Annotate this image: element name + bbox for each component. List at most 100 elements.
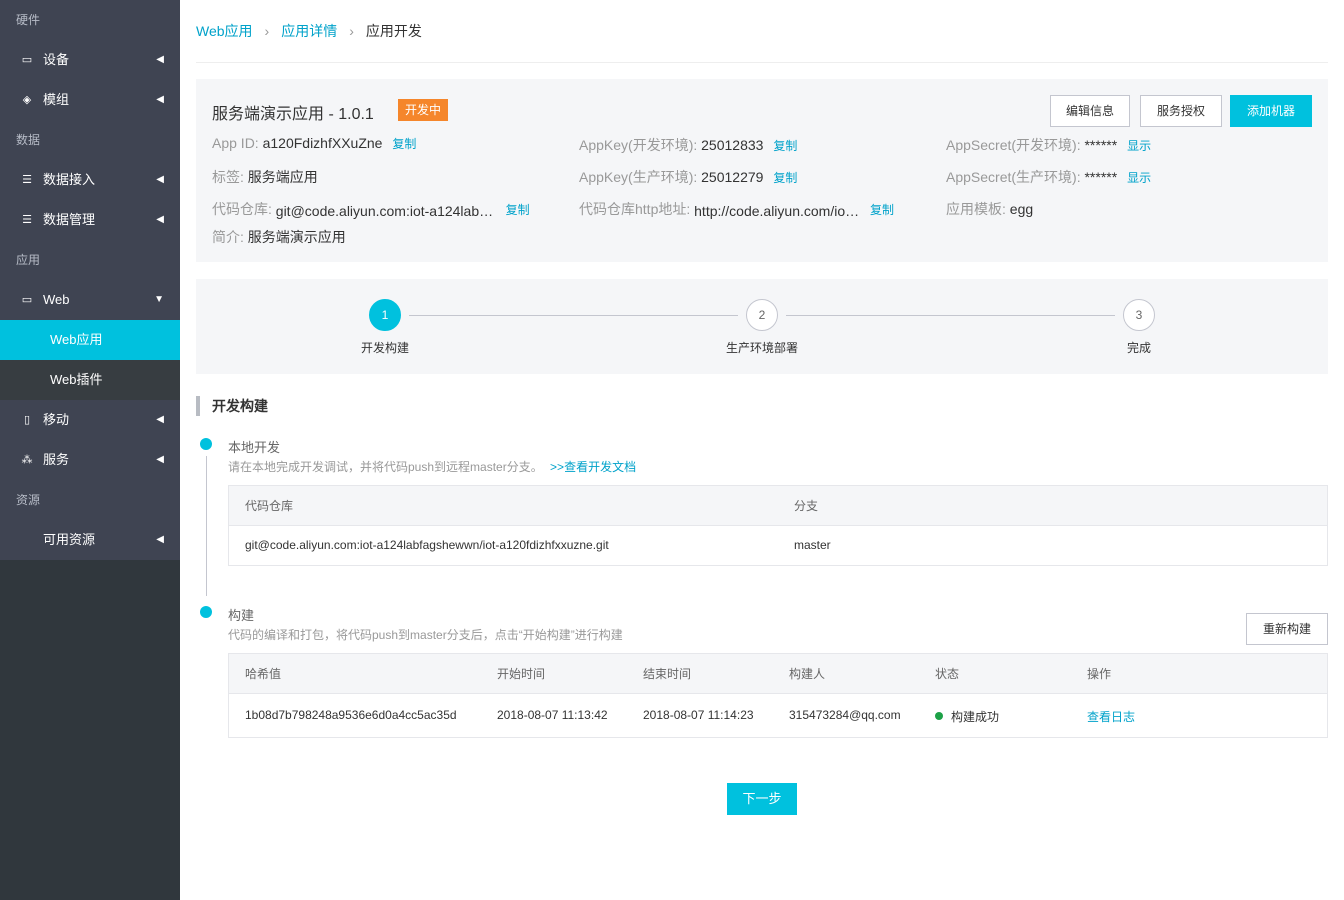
field-label: AppSecret(生产环境): xyxy=(946,169,1081,185)
sidebar-item-module[interactable]: ◈ 模组 ◀ xyxy=(0,80,180,120)
next-step-button[interactable]: 下一步 xyxy=(727,783,797,815)
service-auth-button[interactable]: 服务授权 xyxy=(1140,95,1222,127)
rebuild-button[interactable]: 重新构建 xyxy=(1246,613,1328,645)
sidebar-item-available-resources[interactable]: 可用资源 ◀ xyxy=(0,520,180,560)
sidebar-section-resource: 资源 xyxy=(16,493,41,507)
add-machine-button[interactable]: 添加机器 xyxy=(1230,95,1312,127)
repo-field: 代码仓库: git@code.aliyun.com:iot-a124labfag… xyxy=(212,199,530,219)
sidebar-item-web[interactable]: ▭ Web ▼ xyxy=(0,280,180,320)
dev-doc-link[interactable]: >>查看开发文档 xyxy=(550,460,636,474)
repo-value: git@code.aliyun.com:iot-a124labfagshewwn… xyxy=(275,203,496,219)
success-dot-icon xyxy=(935,712,943,720)
repo-table: 代码仓库 分支 git@code.aliyun.com:iot-a124labf… xyxy=(228,485,1328,566)
section-title: 开发构建 xyxy=(196,396,268,416)
header-repo: 代码仓库 xyxy=(245,499,294,513)
template-field: 应用模板: egg xyxy=(946,199,1033,219)
chevron-right-icon: › xyxy=(264,23,270,39)
step-1-circle: 1 xyxy=(369,299,401,331)
branch-cell: master xyxy=(794,538,831,552)
hash-cell: 1b08d7b798248a9536e6d0a4cc5ac35d xyxy=(245,708,457,722)
edit-info-button[interactable]: 编辑信息 xyxy=(1050,95,1130,127)
sidebar-item-label: 服务 xyxy=(43,452,70,467)
field-label: AppSecret(开发环境): xyxy=(946,137,1081,153)
header-hash: 哈希值 xyxy=(245,667,282,681)
header-status: 状态 xyxy=(935,667,960,681)
app-title: 服务端演示应用 - 1.0.1 xyxy=(212,106,374,123)
monitor-icon: ▭ xyxy=(21,294,33,306)
sidebar-item-device[interactable]: ▭ 设备 ◀ xyxy=(0,40,180,80)
secret-dev-value: ****** xyxy=(1084,137,1118,153)
tag-field: 标签: 服务端应用 xyxy=(212,167,318,187)
sidebar-item-service[interactable]: ⁂ 服务 ◀ xyxy=(0,440,180,480)
progress-steps: 1 2 3 开发构建 生产环境部署 完成 xyxy=(196,279,1328,374)
header-end: 结束时间 xyxy=(643,667,692,681)
sidebar-item-web-app[interactable]: Web应用 xyxy=(0,320,180,360)
sidebar-item-data-access[interactable]: ☰ 数据接入 ◀ xyxy=(0,160,180,200)
timeline-line xyxy=(206,456,207,596)
secret-prod-value: ****** xyxy=(1084,169,1118,185)
sidebar-item-data-manage[interactable]: ☰ 数据管理 ◀ xyxy=(0,200,180,240)
local-dev-desc: 请在本地完成开发调试，并将代码push到远程master分支。 >>查看开发文档 xyxy=(228,458,636,475)
sidebar-item-label: 数据管理 xyxy=(43,212,96,227)
field-label: AppKey(开发环境): xyxy=(579,137,698,153)
main-content: Web应用 › 应用详情 › 应用开发 服务端演示应用 - 1.0.1 开发中 编辑信息… xyxy=(180,0,1344,900)
table-header: 哈希值 开始时间 结束时间 构建人 状态 操作 xyxy=(229,654,1327,694)
copy-repo-link[interactable]: 复制 xyxy=(506,203,530,217)
breadcrumb: Web应用 › 应用详情 › 应用开发 xyxy=(196,0,1328,63)
repo-http-value: http://code.aliyun.com/iot-a124labfagshe… xyxy=(694,203,860,219)
local-dev-desc-text: 请在本地完成开发调试，并将代码push到远程master分支。 xyxy=(228,460,543,474)
caret-left-icon: ◀ xyxy=(156,94,164,105)
caret-left-icon: ◀ xyxy=(156,174,164,185)
step-connector xyxy=(409,315,738,316)
secret-dev-field: AppSecret(开发环境): ****** 显示 xyxy=(946,135,1151,155)
sidebar-item-mobile[interactable]: ▯ 移动 ◀ xyxy=(0,400,180,440)
build-title: 构建 xyxy=(228,608,255,623)
tag-value: 服务端应用 xyxy=(247,169,318,185)
end-time-cell: 2018-08-07 11:14:23 xyxy=(643,708,754,722)
secret-prod-field: AppSecret(生产环境): ****** 显示 xyxy=(946,167,1151,187)
copy-appkey-prod-link[interactable]: 复制 xyxy=(773,171,797,185)
repo-http-field: 代码仓库http地址: http://code.aliyun.com/iot-a… xyxy=(579,199,894,219)
field-label: 简介: xyxy=(212,229,244,245)
caret-left-icon: ◀ xyxy=(156,534,164,545)
appkey-dev-value: 25012833 xyxy=(701,137,764,153)
copy-app-id-link[interactable]: 复制 xyxy=(392,137,416,151)
step-2-label: 生产环境部署 xyxy=(725,341,798,355)
caret-left-icon: ◀ xyxy=(156,54,164,65)
sidebar-item-label: 数据接入 xyxy=(43,172,96,187)
show-secret-dev-link[interactable]: 显示 xyxy=(1127,139,1151,153)
view-log-link[interactable]: 查看日志 xyxy=(1087,708,1135,725)
app-id-field: App ID: a120FdizhfXXuZne 复制 xyxy=(212,135,416,152)
show-secret-prod-link[interactable]: 显示 xyxy=(1127,171,1151,185)
layers-icon: ◈ xyxy=(22,94,32,106)
copy-appkey-dev-link[interactable]: 复制 xyxy=(773,139,797,153)
phone-icon: ▯ xyxy=(23,414,31,426)
status-text: 构建成功 xyxy=(951,710,1000,724)
data-list-icon: ☰ xyxy=(22,174,32,186)
intro-value: 服务端演示应用 xyxy=(247,229,346,245)
device-icon: ▭ xyxy=(21,54,33,66)
field-label: 应用模板: xyxy=(946,201,1006,217)
timeline-dot xyxy=(200,438,212,450)
repo-cell: git@code.aliyun.com:iot-a124labfagshewwn… xyxy=(245,538,609,552)
template-value: egg xyxy=(1009,201,1034,217)
intro-field: 简介: 服务端演示应用 xyxy=(212,227,346,247)
sidebar-item-web-plugin[interactable]: Web插件 xyxy=(0,360,180,400)
copy-repo-http-link[interactable]: 复制 xyxy=(870,203,894,217)
local-dev-title: 本地开发 xyxy=(228,440,281,455)
sidebar-item-label: 设备 xyxy=(43,52,70,67)
start-time-cell: 2018-08-07 11:13:42 xyxy=(497,708,608,722)
field-label: 代码仓库: xyxy=(212,201,272,217)
header-start: 开始时间 xyxy=(497,667,546,681)
sidebar-section-hardware: 硬件 xyxy=(16,13,41,27)
sidebar-section-data: 数据 xyxy=(16,133,41,147)
caret-left-icon: ◀ xyxy=(156,454,164,465)
step-1-label: 开发构建 xyxy=(360,341,409,355)
step-3-label: 完成 xyxy=(1126,341,1151,355)
build-desc: 代码的编译和打包，将代码push到master分支后，点击“开始构建”进行构建 xyxy=(228,628,623,642)
sidebar-item-label: 移动 xyxy=(43,412,70,427)
breadcrumb-web-app[interactable]: Web应用 xyxy=(196,23,253,39)
sidebar-section-app: 应用 xyxy=(16,253,41,267)
breadcrumb-app-detail[interactable]: 应用详情 xyxy=(281,23,337,39)
step-connector xyxy=(786,315,1115,316)
